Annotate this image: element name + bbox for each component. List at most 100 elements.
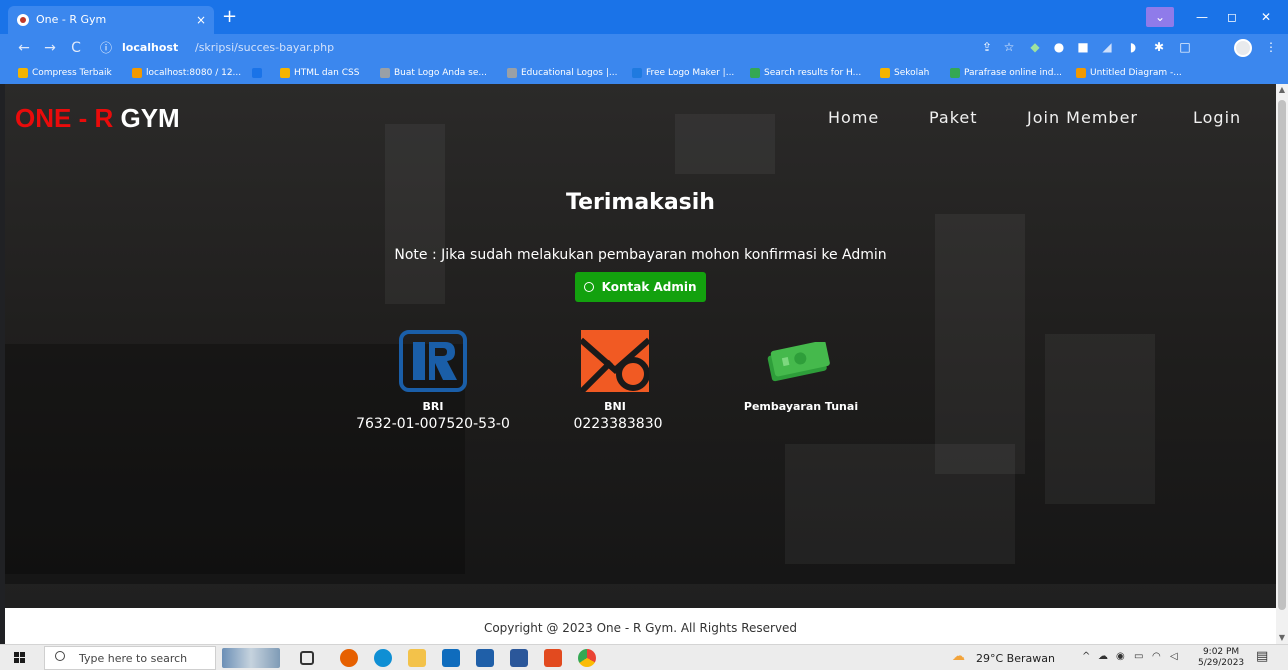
extension-icon[interactable]: ● xyxy=(1050,38,1068,56)
bookmark-item[interactable]: Untitled Diagram -... xyxy=(1076,66,1182,80)
background-figure xyxy=(1045,334,1155,504)
bookmark-icon xyxy=(280,68,290,78)
bookmark-item[interactable]: Parafrase online ind... xyxy=(950,66,1062,80)
gym-favicon-icon xyxy=(17,14,29,26)
windows-taskbar: Type here to search ☁ 29°C Berawan ^ ☁ ◉… xyxy=(0,644,1288,670)
taskbar-search-input[interactable]: Type here to search xyxy=(44,646,216,670)
puzzle-icon[interactable]: ✱ xyxy=(1150,38,1168,56)
reload-button[interactable]: C xyxy=(66,38,86,58)
bookmark-label: HTML dan CSS xyxy=(294,68,360,78)
bookmark-item[interactable]: Free Logo Maker |... xyxy=(632,66,734,80)
word-icon[interactable] xyxy=(510,649,528,667)
weather-icon[interactable]: ☁ xyxy=(952,649,965,664)
photos-icon[interactable] xyxy=(476,649,494,667)
menu-icon[interactable]: ⋮ xyxy=(1262,38,1280,56)
scroll-down-icon[interactable]: ▼ xyxy=(1276,632,1288,644)
page-scrollbar[interactable]: ▲ ▼ xyxy=(1276,84,1288,644)
battery-icon[interactable]: ▭ xyxy=(1134,651,1143,662)
browser-tab[interactable]: One - R Gym × xyxy=(8,6,214,34)
star-icon[interactable]: ☆ xyxy=(1000,38,1018,56)
contact-admin-button[interactable]: Kontak Admin xyxy=(575,272,706,302)
bookmarks-bar: Compress Terbaik localhost:8080 / 12... HT… xyxy=(0,62,1288,84)
browser-tab-bar: One - R Gym × + ⌄ — ◻ ✕ xyxy=(0,0,1288,34)
weather-text[interactable]: 29°C Berawan xyxy=(976,652,1055,665)
bri-logo-icon xyxy=(399,330,467,392)
new-tab-button[interactable]: + xyxy=(222,7,237,27)
nav-home[interactable]: Home xyxy=(828,108,879,127)
network-icon[interactable]: ◉ xyxy=(1116,651,1125,662)
search-icon xyxy=(55,651,65,661)
bookmark-label: Parafrase online ind... xyxy=(964,68,1063,78)
bookmark-icon xyxy=(750,68,760,78)
scroll-thumb[interactable] xyxy=(1278,100,1286,610)
task-view-icon[interactable] xyxy=(300,651,314,665)
page-title: Terimakasih xyxy=(566,190,715,215)
brand-name-red: ONE - R xyxy=(15,103,114,133)
bookmark-item[interactable]: Compress Terbaik xyxy=(18,66,112,80)
profile-icon[interactable] xyxy=(1234,39,1252,57)
edge-icon[interactable] xyxy=(374,649,392,667)
background-floor xyxy=(5,584,1276,608)
bookmark-item[interactable]: Buat Logo Anda se... xyxy=(380,66,487,80)
bookmark-icon xyxy=(632,68,642,78)
nav-join-member[interactable]: Join Member xyxy=(1027,108,1138,127)
back-button[interactable]: ← xyxy=(14,38,34,58)
onedrive-icon[interactable]: ☁ xyxy=(1098,651,1108,662)
bookmark-item[interactable]: Sekolah xyxy=(880,66,929,80)
extension-icon[interactable]: ◗ xyxy=(1124,38,1142,56)
windows-start-icon[interactable] xyxy=(14,652,26,664)
bookmark-item[interactable]: HTML dan CSS xyxy=(280,66,359,80)
extension-icon[interactable]: ◆ xyxy=(1026,38,1044,56)
maximize-button[interactable]: ◻ xyxy=(1218,7,1246,27)
bookmark-item[interactable]: Search results for H... xyxy=(750,66,861,80)
bookmark-item[interactable]: Educational Logos |... xyxy=(507,66,617,80)
extension-icon[interactable]: ■ xyxy=(1074,38,1092,56)
whatsapp-icon xyxy=(584,282,595,292)
bookmark-icon xyxy=(1076,68,1086,78)
bookmark-icon xyxy=(950,68,960,78)
bni-account-number: 0223383830 xyxy=(573,416,663,432)
bookmark-item[interactable]: localhost:8080 / 12... xyxy=(132,66,241,80)
bookmark-label: Educational Logos |... xyxy=(521,68,618,78)
notification-icon[interactable]: ▤ xyxy=(1256,649,1268,664)
cash-money-icon xyxy=(767,342,830,382)
tab-search-button[interactable]: ⌄ xyxy=(1146,7,1174,27)
clock-time: 9:02 PM xyxy=(1202,647,1240,657)
volume-icon[interactable]: ◁ xyxy=(1170,651,1178,662)
nav-login[interactable]: Login xyxy=(1193,108,1241,127)
site-footer: Copyright @ 2023 One - R Gym. All Rights… xyxy=(5,608,1276,644)
bookmark-label: Search results for H... xyxy=(764,68,862,78)
bookmark-item[interactable] xyxy=(252,66,266,80)
close-window-button[interactable]: ✕ xyxy=(1252,7,1280,27)
chevron-up-icon[interactable]: ^ xyxy=(1082,651,1090,662)
mail-icon[interactable] xyxy=(442,649,460,667)
scroll-up-icon[interactable]: ▲ xyxy=(1276,84,1288,96)
sidebar-icon[interactable]: □ xyxy=(1176,38,1194,56)
nav-paket[interactable]: Paket xyxy=(929,108,978,127)
extension-icon[interactable]: ◢ xyxy=(1098,38,1116,56)
bookmark-label: Untitled Diagram -... xyxy=(1090,68,1182,78)
minimize-button[interactable]: — xyxy=(1188,7,1216,27)
search-highlight-image[interactable] xyxy=(222,648,280,668)
background-banner xyxy=(675,114,775,174)
firefox-icon[interactable] xyxy=(340,649,358,667)
contact-admin-label: Kontak Admin xyxy=(601,280,697,294)
close-tab-icon[interactable]: × xyxy=(196,6,206,34)
bookmark-icon xyxy=(132,68,142,78)
wifi-icon[interactable]: ◠ xyxy=(1152,651,1161,662)
taskbar-clock[interactable]: 9:02 PM 5/29/2023 xyxy=(1198,647,1244,669)
bookmark-icon xyxy=(252,68,262,78)
bri-account-number: 7632-01-007520-53-0 xyxy=(356,416,510,432)
chrome-icon[interactable] xyxy=(578,649,596,667)
bookmark-label: Buat Logo Anda se... xyxy=(394,68,487,78)
site-logo[interactable]: ONE - R GYM xyxy=(15,103,180,134)
forward-button[interactable]: → xyxy=(40,38,60,58)
file-explorer-icon[interactable] xyxy=(408,649,426,667)
site-info-icon[interactable]: ⓘ xyxy=(100,39,112,56)
office-icon[interactable] xyxy=(544,649,562,667)
bookmark-icon xyxy=(380,68,390,78)
bni-logo-icon xyxy=(581,330,649,392)
share-icon[interactable]: ⇪ xyxy=(978,38,996,56)
address-bar[interactable]: ⓘ localhost /skripsi/succes-bayar.php xyxy=(96,38,956,58)
clock-date: 5/29/2023 xyxy=(1198,658,1245,668)
